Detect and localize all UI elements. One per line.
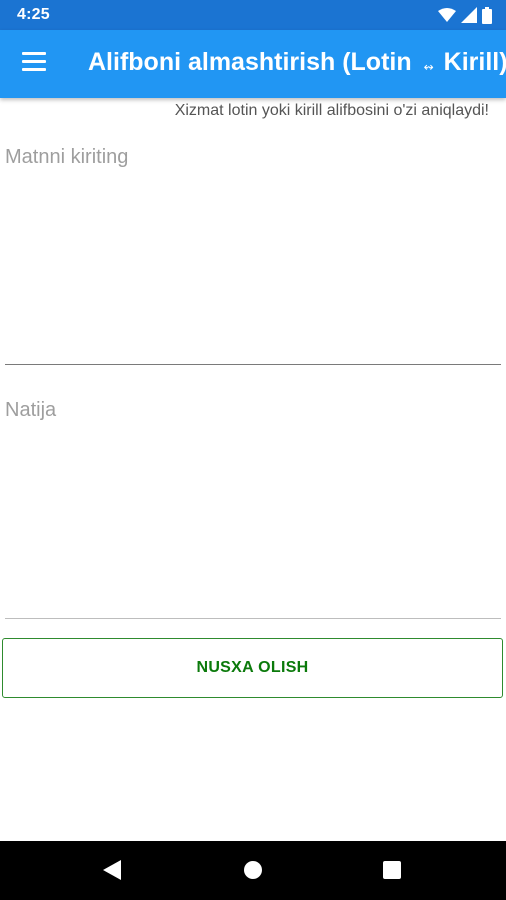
back-icon[interactable] xyxy=(103,860,121,880)
copy-button[interactable]: NUSXA OLISH xyxy=(2,638,503,698)
left-right-arrow-icon: ↭ xyxy=(423,59,434,74)
battery-icon xyxy=(482,6,492,24)
result-text-field[interactable] xyxy=(5,399,501,599)
home-icon[interactable] xyxy=(244,861,262,879)
wifi-icon xyxy=(438,7,456,22)
input-underline xyxy=(5,364,501,365)
page-title: Alifboni almashtirish (Lotin ↭ Kirill) xyxy=(88,48,506,77)
recents-icon[interactable] xyxy=(383,861,401,879)
hamburger-menu-icon[interactable] xyxy=(22,52,46,72)
auto-detect-hint: Xizmat lotin yoki kirill alifbosini o'zi… xyxy=(174,102,489,119)
cell-signal-icon xyxy=(461,7,477,23)
result-underline xyxy=(5,618,501,619)
status-bar: 4:25 xyxy=(0,0,506,30)
title-part-2: Kirill) xyxy=(443,48,506,76)
app-bar: Alifboni almashtirish (Lotin ↭ Kirill) xyxy=(0,30,506,98)
status-icons xyxy=(438,6,492,24)
title-part-1: Alifboni almashtirish (Lotin xyxy=(88,48,412,76)
status-time: 4:25 xyxy=(17,6,50,23)
navigation-bar xyxy=(0,841,506,900)
input-text-field[interactable] xyxy=(5,146,501,346)
